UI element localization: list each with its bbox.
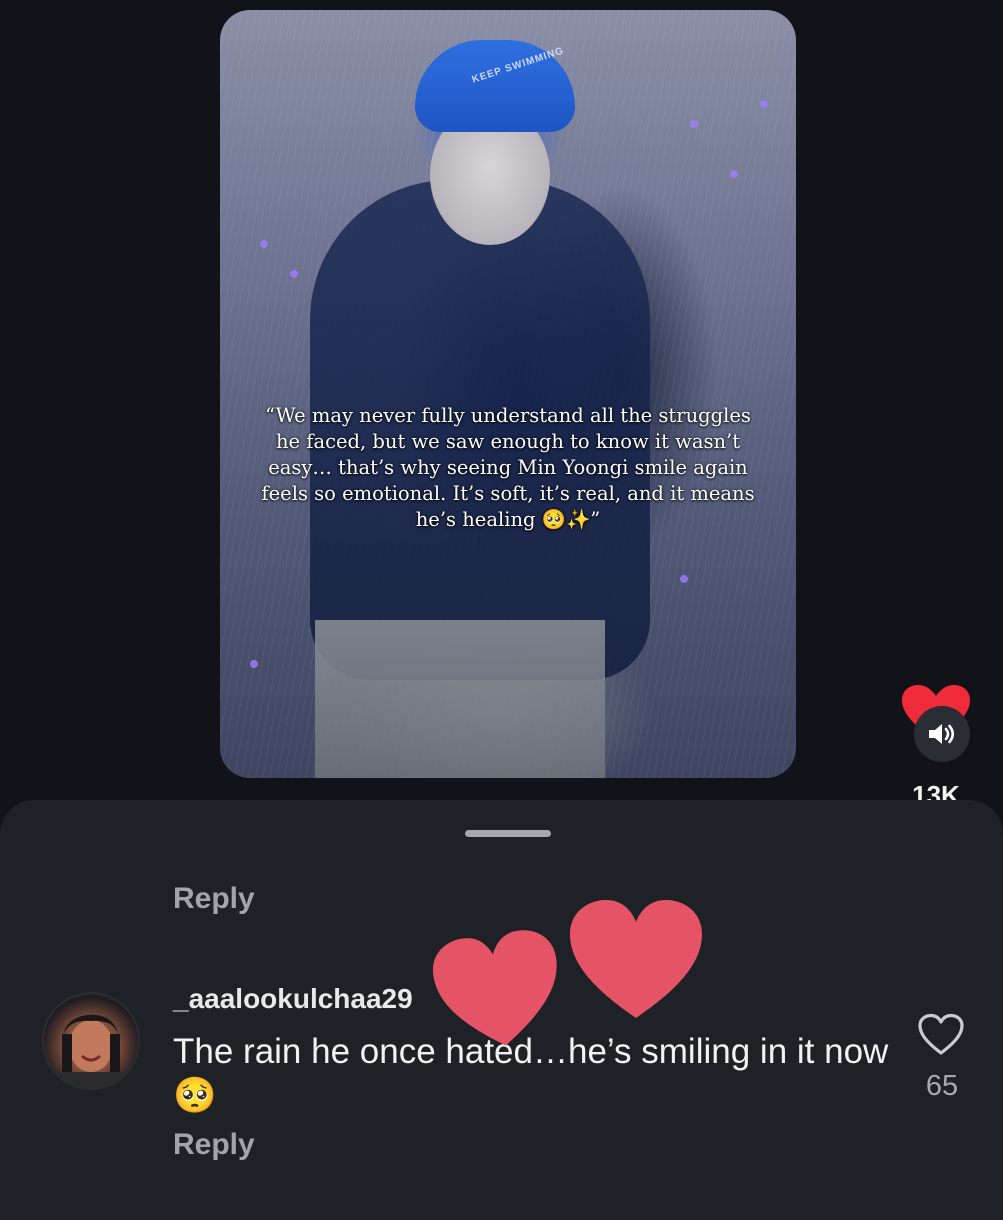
reply-button[interactable]: Reply: [173, 882, 255, 916]
reply-button[interactable]: Reply: [173, 1128, 255, 1162]
purple-sparkle: [680, 575, 688, 583]
purple-sparkle: [260, 240, 268, 248]
avatar[interactable]: [42, 992, 140, 1090]
purple-sparkle: [290, 270, 298, 278]
heart-outline-icon[interactable]: [917, 1013, 965, 1057]
video-caption-overlay: “We may never fully understand all the s…: [261, 404, 755, 531]
comment-username[interactable]: _aaalookulchaa29: [173, 983, 413, 1015]
purple-sparkle: [760, 100, 768, 108]
purple-sparkle: [250, 660, 258, 668]
purple-sparkle: [730, 170, 738, 178]
purple-sparkle: [690, 120, 698, 128]
video-player[interactable]: KEEP SWIMMING “We may never fully unders…: [220, 10, 796, 778]
volume-button[interactable]: [914, 706, 970, 762]
avatar-image: [44, 1014, 138, 1088]
person-pants: [315, 620, 605, 778]
heart-sticker-icon: [570, 900, 702, 1018]
drag-handle[interactable]: [465, 830, 551, 837]
comment-like-count: 65: [925, 1070, 959, 1102]
heart-sticker-icon: [432, 930, 557, 1046]
volume-icon: [929, 724, 955, 744]
